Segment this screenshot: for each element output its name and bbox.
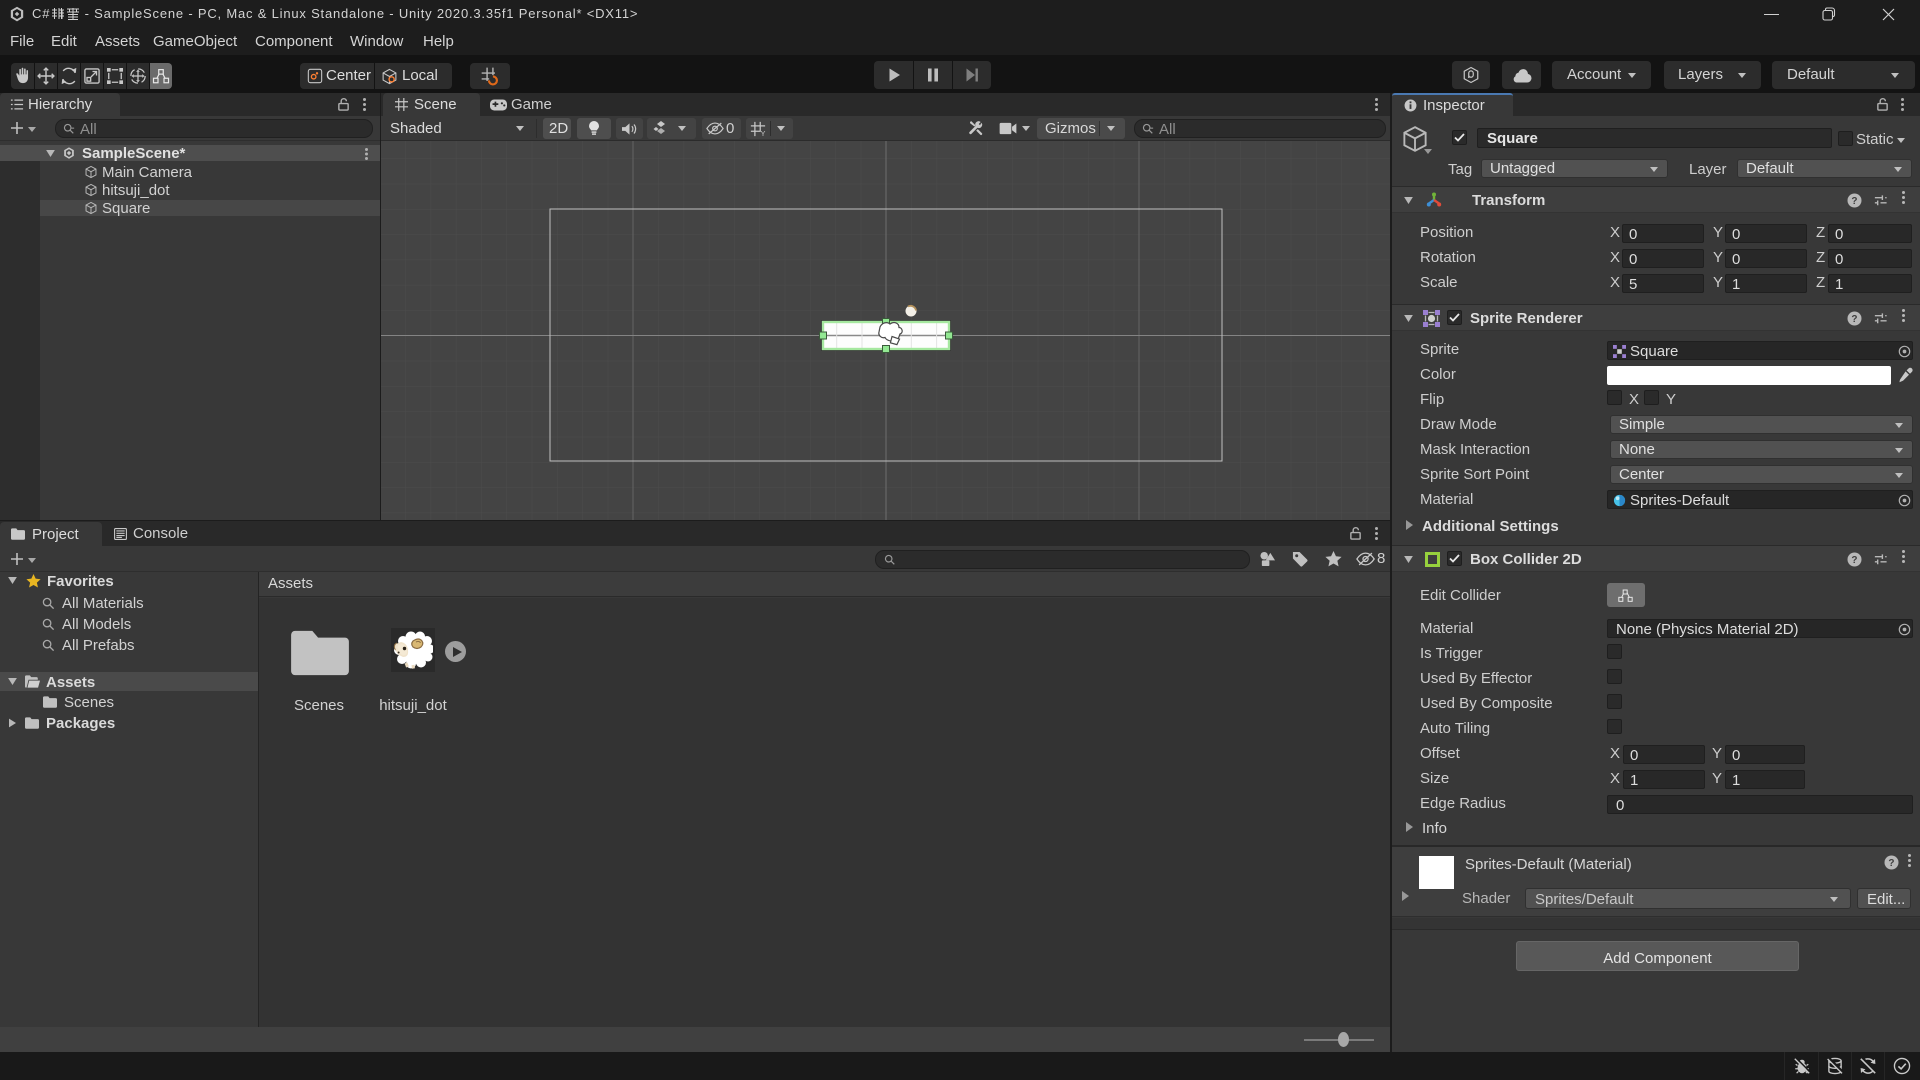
svg-text:?: ? xyxy=(1851,555,1857,566)
svg-text:Y: Y xyxy=(761,130,766,137)
svg-text:?: ? xyxy=(1851,196,1857,207)
svg-text:?: ? xyxy=(1851,314,1857,325)
svg-text:?: ? xyxy=(1888,858,1894,869)
